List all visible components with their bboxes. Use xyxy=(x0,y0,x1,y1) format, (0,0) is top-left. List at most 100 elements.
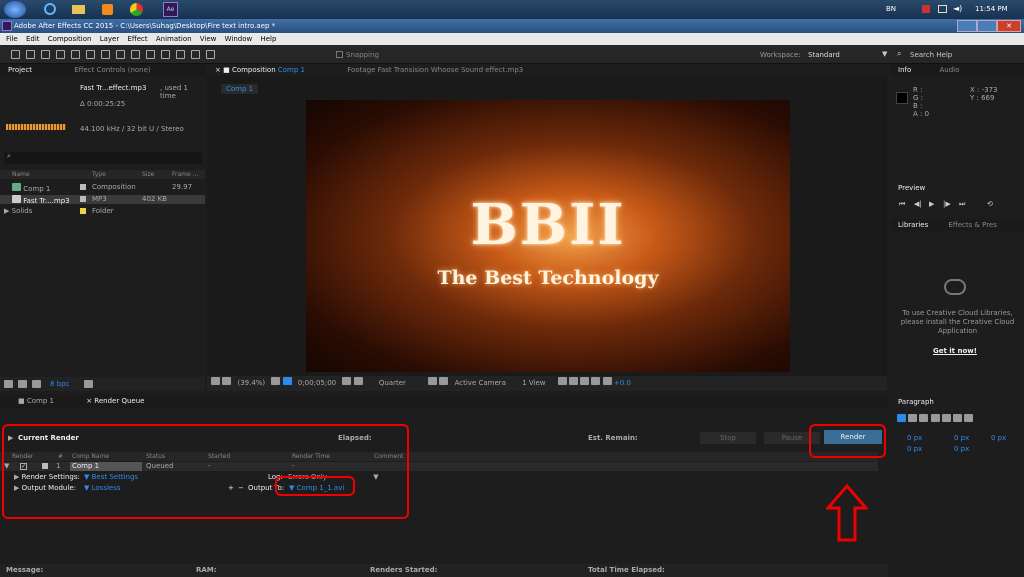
list-item[interactable]: Comp 1 Composition 29.97 xyxy=(0,183,205,193)
prev-frame-icon[interactable]: ◀| xyxy=(914,200,922,208)
menu-effect[interactable]: Effect xyxy=(127,35,147,43)
ie-icon[interactable] xyxy=(44,3,56,15)
zoom-tool-icon[interactable] xyxy=(41,50,50,59)
tab-audio[interactable]: Audio xyxy=(939,66,959,74)
new-composition-icon[interactable] xyxy=(32,380,41,388)
tab-effects-presets[interactable]: Effects & Pres xyxy=(948,221,996,229)
tab-libraries[interactable]: Libraries xyxy=(898,221,928,229)
col-size[interactable]: Size xyxy=(142,170,154,179)
tab-preview[interactable]: Preview xyxy=(898,184,925,192)
reset-exposure-icon[interactable] xyxy=(602,377,612,385)
trash-icon[interactable] xyxy=(84,380,93,388)
flag-icon[interactable] xyxy=(922,5,930,13)
justify-left-icon[interactable] xyxy=(930,414,940,422)
safe-zones-icon[interactable] xyxy=(271,377,281,385)
timeline-icon[interactable] xyxy=(580,377,590,385)
get-it-now-link[interactable]: Get it now! xyxy=(933,347,977,355)
list-item[interactable]: ▶ Solids Folder xyxy=(0,207,205,216)
media-player-icon[interactable] xyxy=(102,4,113,15)
roto-brush-tool-icon[interactable] xyxy=(191,50,200,59)
menu-animation[interactable]: Animation xyxy=(156,35,192,43)
start-button[interactable] xyxy=(4,1,26,18)
view-layout-dropdown[interactable]: 1 View xyxy=(522,379,545,387)
eraser-tool-icon[interactable] xyxy=(176,50,185,59)
always-preview-icon[interactable] xyxy=(211,377,220,385)
mask-visibility-icon[interactable] xyxy=(282,377,292,385)
camera-tool-icon[interactable] xyxy=(71,50,80,59)
menu-window[interactable]: Window xyxy=(225,35,253,43)
last-frame-icon[interactable]: ⏭ xyxy=(959,200,965,209)
play-icon[interactable]: ▶ xyxy=(929,200,934,208)
expand-arrow-icon[interactable]: ▶ xyxy=(4,207,9,215)
exposure-value[interactable]: +0.0 xyxy=(614,379,631,387)
bit-depth-button[interactable]: 8 bpc xyxy=(50,380,69,388)
network-icon[interactable] xyxy=(938,5,947,13)
justify-right-icon[interactable] xyxy=(953,414,963,422)
resolution-dropdown[interactable]: Quarter xyxy=(379,379,406,387)
align-center-icon[interactable] xyxy=(908,414,918,422)
align-left-icon[interactable] xyxy=(897,414,906,422)
menu-edit[interactable]: Edit xyxy=(26,35,40,43)
align-right-icon[interactable] xyxy=(919,414,929,422)
region-of-interest-icon[interactable] xyxy=(428,377,438,385)
hand-tool-icon[interactable] xyxy=(26,50,35,59)
col-type[interactable]: Type xyxy=(92,170,106,179)
pan-behind-tool-icon[interactable] xyxy=(86,50,95,59)
new-folder-icon[interactable] xyxy=(18,380,27,388)
flowchart-icon[interactable] xyxy=(591,377,601,385)
show-channel-icon[interactable] xyxy=(353,377,363,385)
tab-info[interactable]: Info xyxy=(898,66,911,74)
current-time[interactable]: 0;00;05;00 xyxy=(298,379,336,387)
minimize-button[interactable] xyxy=(957,20,977,32)
interpret-footage-icon[interactable] xyxy=(4,380,13,388)
volume-icon[interactable]: ◄) xyxy=(953,4,962,13)
pen-tool-icon[interactable] xyxy=(116,50,125,59)
next-frame-icon[interactable]: |▶ xyxy=(943,200,951,208)
comp-subtab[interactable]: Comp 1 xyxy=(221,84,259,94)
zoom-dropdown[interactable]: (39.4%) xyxy=(237,379,265,387)
indent-right[interactable]: 0 px xyxy=(954,434,969,442)
selection-tool-icon[interactable] xyxy=(11,50,20,59)
after-effects-taskbar-icon[interactable]: Ae xyxy=(163,2,178,17)
close-button[interactable]: ✕ xyxy=(997,20,1021,32)
list-item[interactable]: Fast Tr....mp3 MP3 402 KB xyxy=(0,195,205,205)
clock[interactable]: 11:54 PM xyxy=(975,5,1008,13)
search-help-field[interactable]: Search Help xyxy=(910,51,952,59)
type-tool-icon[interactable] xyxy=(131,50,140,59)
chrome-icon[interactable] xyxy=(130,3,143,16)
puppet-tool-icon[interactable] xyxy=(206,50,215,59)
first-frame-icon[interactable]: ⏮ xyxy=(899,200,905,209)
camera-dropdown[interactable]: Active Camera xyxy=(455,379,506,387)
folder-icon[interactable] xyxy=(72,5,85,14)
tab-effect-controls[interactable]: Effect Controls (none) xyxy=(74,66,150,74)
menu-help[interactable]: Help xyxy=(260,35,276,43)
space-after[interactable]: 0 px xyxy=(954,445,969,453)
tab-footage[interactable]: Footage Fast Transision Whoose Sound eff… xyxy=(347,66,523,74)
brush-tool-icon[interactable] xyxy=(146,50,155,59)
language-indicator[interactable]: BN xyxy=(886,5,896,13)
project-search-input[interactable]: ⌕ xyxy=(4,152,202,164)
clone-stamp-tool-icon[interactable] xyxy=(161,50,170,59)
indent-left[interactable]: 0 px xyxy=(907,434,922,442)
tab-paragraph[interactable]: Paragraph xyxy=(898,398,934,406)
loop-icon[interactable]: ⟲ xyxy=(987,200,993,208)
rotate-tool-icon[interactable] xyxy=(56,50,65,59)
transparency-grid-icon[interactable] xyxy=(439,377,449,385)
workspace-dropdown[interactable]: Standard xyxy=(808,51,840,59)
menu-file[interactable]: File xyxy=(6,35,18,43)
menu-composition[interactable]: Composition xyxy=(48,35,92,43)
pixel-aspect-icon[interactable] xyxy=(557,377,567,385)
stop-button[interactable]: Stop xyxy=(700,432,756,444)
comp-canvas[interactable]: BBII The Best Technology xyxy=(306,100,790,372)
indent-first[interactable]: 0 px xyxy=(991,434,1006,442)
justify-center-icon[interactable] xyxy=(941,414,951,422)
tab-render-queue[interactable]: × Render Queue xyxy=(86,397,144,405)
tab-project[interactable]: Project xyxy=(8,66,32,74)
menu-layer[interactable]: Layer xyxy=(100,35,120,43)
chevron-down-icon[interactable]: ▼ xyxy=(882,50,887,58)
justify-all-icon[interactable] xyxy=(964,414,974,422)
col-name[interactable]: Name xyxy=(12,171,30,178)
rectangle-tool-icon[interactable] xyxy=(101,50,110,59)
col-frame[interactable]: Frame ... xyxy=(172,170,198,179)
tab-composition[interactable]: × ■ Composition Comp 1 xyxy=(215,66,305,74)
